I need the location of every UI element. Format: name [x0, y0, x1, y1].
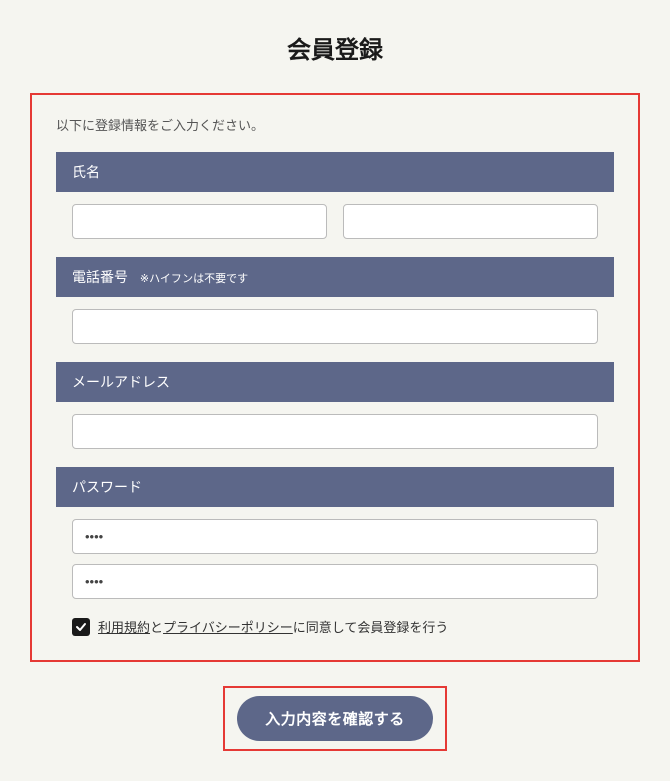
check-icon — [75, 621, 87, 633]
consent-row: 利用規約とプライバシーポリシーに同意して会員登録を行う — [56, 617, 614, 636]
email-section-header: メールアドレス — [56, 362, 614, 402]
email-label: メールアドレス — [72, 374, 170, 390]
name-section-header: 氏名 — [56, 152, 614, 192]
phone-input[interactable] — [72, 309, 598, 344]
privacy-link[interactable]: プライバシーポリシー — [163, 620, 293, 635]
page-title: 会員登録 — [20, 30, 650, 65]
consent-checkbox[interactable] — [72, 618, 90, 636]
email-input[interactable] — [72, 414, 598, 449]
password-section-header: パスワード — [56, 467, 614, 507]
form-instruction: 以下に登録情報をご入力ください。 — [56, 115, 614, 134]
registration-form: 以下に登録情報をご入力ください。 氏名 電話番号 ※ハイフンは不要です メールア… — [30, 93, 640, 662]
consent-mid1: と — [150, 620, 163, 635]
lastname-input[interactable] — [72, 204, 327, 239]
firstname-input[interactable] — [343, 204, 598, 239]
password-input[interactable] — [72, 519, 598, 554]
password-confirm-input[interactable] — [72, 564, 598, 599]
terms-link[interactable]: 利用規約 — [98, 620, 150, 635]
phone-label: 電話番号 — [72, 269, 128, 285]
password-label: パスワード — [72, 479, 142, 495]
submit-highlight: 入力内容を確認する — [223, 686, 447, 751]
consent-suffix: に同意して会員登録を行う — [293, 620, 449, 635]
phone-hint: ※ハイフンは不要です — [140, 273, 248, 285]
consent-text: 利用規約とプライバシーポリシーに同意して会員登録を行う — [98, 617, 448, 636]
phone-section-header: 電話番号 ※ハイフンは不要です — [56, 257, 614, 297]
name-label: 氏名 — [72, 164, 100, 180]
confirm-button[interactable]: 入力内容を確認する — [237, 696, 433, 741]
